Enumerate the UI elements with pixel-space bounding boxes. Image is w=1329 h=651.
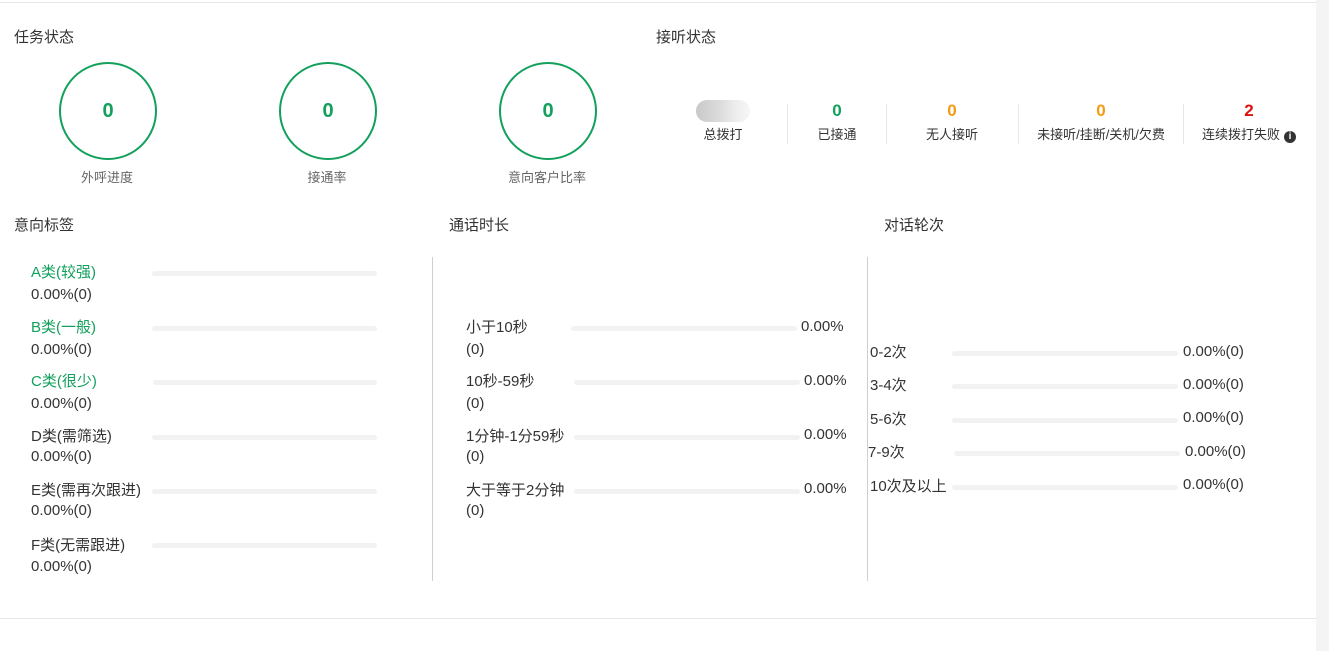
intent-tag-d-value: 0.00%(0) <box>31 448 92 465</box>
stat-connected-value: 0 <box>832 101 842 120</box>
intent-tag-d-label: D类(需筛选) <box>31 428 112 445</box>
rounds-3-4-bar <box>952 384 1178 389</box>
info-icon[interactable]: i <box>1284 131 1296 143</box>
outbound-progress-ring: 0 <box>59 62 157 160</box>
stat-consecutive-fail: 2 连续拨打失败 i <box>1196 100 1302 143</box>
intent-tag-f-value: 0.00%(0) <box>31 558 92 575</box>
intent-tag-e-value: 0.00%(0) <box>31 502 92 519</box>
stat-unanswered: 0 未接听/挂断/关机/欠费 <box>1028 100 1174 143</box>
duration-lt10s-percent: 0.00% <box>801 318 844 335</box>
stat-total-value <box>692 100 754 122</box>
duration-10-59s-bar <box>574 380 800 385</box>
rounds-0-2-bar <box>952 351 1178 356</box>
stat-no-answer: 0 无人接听 <box>904 100 1000 143</box>
intent-tag-c-label: C类(很少) <box>31 373 97 390</box>
duration-gte2m-label: 大于等于2分钟 <box>466 482 565 499</box>
stat-separator <box>1183 104 1184 144</box>
stat-total-calls: 总拨打 <box>692 100 754 143</box>
stat-connected: 0 已接通 <box>800 100 874 143</box>
outbound-progress-value: 0 <box>102 99 114 122</box>
stat-separator <box>1018 104 1019 144</box>
connect-rate-ring: 0 <box>279 62 377 160</box>
duration-gte2m-count: (0) <box>466 502 485 519</box>
stat-fail-label-row: 连续拨打失败 i <box>1196 124 1302 143</box>
stat-separator <box>787 104 788 144</box>
rounds-3-4-value: 0.00%(0) <box>1183 376 1244 393</box>
stat-no-answer-label: 无人接听 <box>925 127 978 142</box>
answer-status-title: 接听状态 <box>656 29 717 46</box>
intent-tag-c-value: 0.00%(0) <box>31 395 92 412</box>
bottom-divider <box>0 618 1316 619</box>
intent-tag-f-label: F类(无需跟进) <box>31 537 126 554</box>
scrollbar-track[interactable] <box>1316 0 1329 651</box>
intent-tag-a-value: 0.00%(0) <box>31 286 92 303</box>
top-divider <box>0 2 1316 3</box>
intent-tag-b-bar <box>152 326 377 331</box>
connect-rate-value: 0 <box>322 99 334 122</box>
rounds-5-6-label: 5-6次 <box>870 411 907 428</box>
rounds-0-2-label: 0-2次 <box>870 344 907 361</box>
duration-1m-count: (0) <box>466 448 485 465</box>
rounds-7-9-value: 0.00%(0) <box>1185 443 1246 460</box>
column-divider <box>432 257 433 581</box>
duration-10-59s-percent: 0.00% <box>804 372 847 389</box>
rounds-0-2-value: 0.00%(0) <box>1183 343 1244 360</box>
stat-unanswered-value: 0 <box>1096 101 1106 120</box>
duration-gte2m-percent: 0.00% <box>804 480 847 497</box>
stat-no-answer-value: 0 <box>947 101 957 120</box>
rounds-10plus-value: 0.00%(0) <box>1183 476 1244 493</box>
stat-fail-value: 2 <box>1244 101 1254 120</box>
column-divider <box>867 257 868 581</box>
intent-tag-a-label: A类(较强) <box>31 264 96 281</box>
rounds-5-6-value: 0.00%(0) <box>1183 409 1244 426</box>
stat-connected-label: 已接通 <box>817 127 857 142</box>
connect-rate-label: 接通率 <box>307 170 347 185</box>
stat-unanswered-label: 未接听/挂断/关机/欠费 <box>1037 127 1165 142</box>
dialog-rounds-title: 对话轮次 <box>884 217 945 234</box>
blurred-value <box>696 100 750 122</box>
duration-lt10s-label: 小于10秒 <box>466 319 528 336</box>
intent-ratio-ring: 0 <box>499 62 597 160</box>
intent-tag-e-label: E类(需再次跟进) <box>31 482 141 499</box>
intent-ratio-value: 0 <box>542 99 554 122</box>
duration-gte2m-bar <box>574 489 800 494</box>
stat-fail-label: 连续拨打失败 <box>1201 127 1280 142</box>
duration-1m-percent: 0.00% <box>804 426 847 443</box>
call-duration-title: 通话时长 <box>449 217 510 234</box>
intent-tag-a-bar <box>152 271 377 276</box>
intent-tag-d-bar <box>152 435 377 440</box>
task-status-title: 任务状态 <box>14 29 75 46</box>
duration-lt10s-bar <box>571 326 797 331</box>
intent-ratio-label: 意向客户比率 <box>507 170 586 185</box>
duration-1m-bar <box>574 435 800 440</box>
intent-tag-f-bar <box>152 543 377 548</box>
rounds-10plus-label: 10次及以上 <box>870 478 947 495</box>
duration-1m-label: 1分钟-1分59秒 <box>466 428 565 445</box>
rounds-10plus-bar <box>952 485 1178 490</box>
intent-tag-e-bar <box>152 489 377 494</box>
intent-tag-c-bar <box>153 380 377 385</box>
outbound-progress-label: 外呼进度 <box>80 170 133 185</box>
rounds-7-9-bar <box>954 451 1180 456</box>
stat-total-label: 总拨打 <box>703 127 743 142</box>
stat-separator <box>886 104 887 144</box>
rounds-5-6-bar <box>952 418 1178 423</box>
intent-tag-b-label: B类(一般) <box>31 319 96 336</box>
duration-lt10s-count: (0) <box>466 341 485 358</box>
duration-10-59s-label: 10秒-59秒 <box>466 373 535 390</box>
rounds-7-9-label: 7-9次 <box>868 444 905 461</box>
intent-tags-title: 意向标签 <box>14 217 75 234</box>
intent-tag-b-value: 0.00%(0) <box>31 341 92 358</box>
duration-10-59s-count: (0) <box>466 395 485 412</box>
rounds-3-4-label: 3-4次 <box>870 377 907 394</box>
